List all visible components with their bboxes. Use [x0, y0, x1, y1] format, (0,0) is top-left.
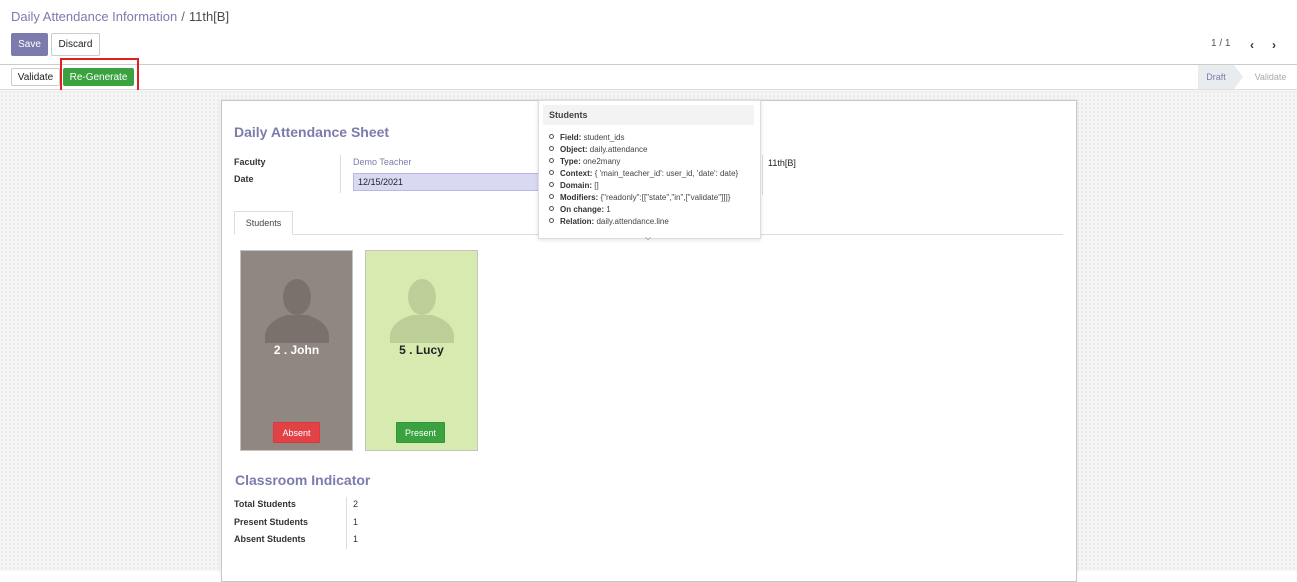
avatar-icon [265, 279, 329, 343]
faculty-link[interactable]: Demo Teacher [353, 157, 411, 167]
tooltip-arrow-icon: ⌵ [645, 233, 652, 242]
present-button[interactable]: Present [396, 422, 445, 443]
tooltip-item: Context: { 'main_teacher_id': user_id, '… [549, 168, 738, 180]
stage-draft[interactable]: Draft [1198, 65, 1234, 89]
pager-value: 1 / 1 [1211, 38, 1231, 49]
tooltip-item: Relation: daily.attendance.line [549, 216, 738, 228]
date-label: Date [234, 174, 254, 184]
statusbar: Validate Re-Generate Draft Validate [0, 58, 1297, 93]
student-card-john: 2 . John Absent [240, 250, 353, 451]
total-students-label: Total Students [234, 499, 296, 509]
save-button[interactable]: Save [11, 33, 48, 56]
absent-button[interactable]: Absent [273, 422, 320, 443]
student-card-lucy: 5 . Lucy Present [365, 250, 478, 451]
student-name: 2 . John [273, 343, 320, 357]
breadcrumb-current: 11th[B] [188, 9, 230, 24]
chevron-left-icon[interactable]: ‹ [1247, 38, 1257, 52]
sheet-title: Daily Attendance Sheet [234, 124, 390, 140]
present-students-value: 1 [353, 517, 359, 527]
stage-arrow [1234, 65, 1243, 89]
class-value: 11th[B] [768, 158, 796, 168]
field-tooltip: Students Field: student_ids Object: dail… [538, 100, 761, 239]
faculty-label: Faculty [234, 157, 266, 167]
tooltip-item: Type: one2many [549, 156, 738, 168]
regenerate-button[interactable]: Re-Generate [63, 68, 134, 86]
tooltip-item: Object: daily.attendance [549, 144, 738, 156]
control-panel: Daily Attendance Information /11th[B] Sav… [0, 0, 1297, 65]
tooltip-item: Domain: [] [549, 180, 738, 192]
absent-students-value: 1 [353, 534, 359, 544]
indicator-title: Classroom Indicator [235, 472, 371, 488]
tooltip-item: Modifiers: {"readonly":[["state","in",["… [549, 192, 738, 204]
avatar-icon [390, 279, 454, 343]
date-field[interactable]: 12/15/2021 [353, 173, 543, 191]
breadcrumb-parent-link[interactable]: Daily Attendance Information [11, 9, 177, 24]
present-students-label: Present Students [234, 517, 309, 527]
field-divider-right [762, 155, 763, 195]
tooltip-item: Field: student_ids [549, 132, 738, 144]
tooltip-item: On change: 1 [549, 204, 738, 216]
tooltip-list: Field: student_ids Object: daily.attenda… [549, 132, 738, 228]
chevron-right-icon[interactable]: › [1269, 38, 1279, 52]
student-name: 5 . Lucy [399, 343, 444, 357]
tab-students[interactable]: Students [234, 211, 293, 235]
field-divider [340, 155, 341, 193]
breadcrumb: Daily Attendance Information /11th[B] [11, 9, 229, 24]
discard-button[interactable]: Discard [51, 33, 100, 56]
total-students-value: 2 [353, 499, 359, 509]
validate-button[interactable]: Validate [11, 68, 60, 86]
breadcrumb-separator: / [181, 9, 185, 24]
absent-students-label: Absent Students [234, 534, 306, 544]
tooltip-title: Students [543, 105, 754, 125]
indicator-divider [346, 497, 347, 549]
stage-validate[interactable]: Validate [1248, 65, 1293, 89]
